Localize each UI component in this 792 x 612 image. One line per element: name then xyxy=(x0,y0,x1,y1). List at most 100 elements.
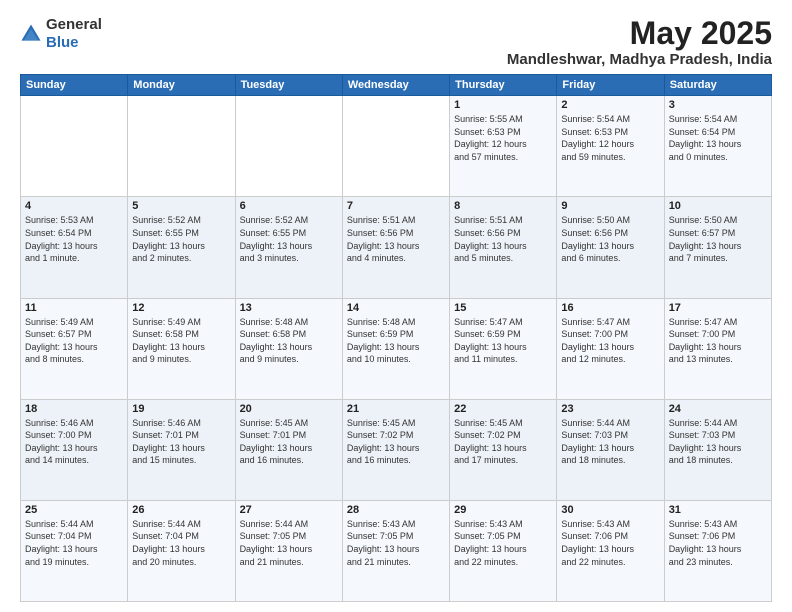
day-info: Sunrise: 5:44 AM Sunset: 7:03 PM Dayligh… xyxy=(669,417,767,467)
calendar-cell: 17 Sunrise: 5:47 AM Sunset: 7:00 PM Dayli… xyxy=(664,298,771,399)
day-number: 2 xyxy=(561,99,659,111)
day-number: 19 xyxy=(132,403,230,415)
day-number: 28 xyxy=(347,504,445,516)
day-number: 6 xyxy=(240,200,338,212)
day-number: 17 xyxy=(669,302,767,314)
calendar-cell: 15 Sunrise: 5:47 AM Sunset: 6:59 PM Dayli… xyxy=(450,298,557,399)
calendar-week-row: 11 Sunrise: 5:49 AM Sunset: 6:57 PM Dayli… xyxy=(21,298,772,399)
calendar-cell: 30 Sunrise: 5:43 AM Sunset: 7:06 PM Dayli… xyxy=(557,500,664,601)
day-info: Sunrise: 5:50 AM Sunset: 6:56 PM Dayligh… xyxy=(561,214,659,264)
day-number: 27 xyxy=(240,504,338,516)
calendar-cell: 2 Sunrise: 5:54 AM Sunset: 6:53 PM Daylig… xyxy=(557,96,664,197)
day-number: 29 xyxy=(454,504,552,516)
calendar-cell: 25Sunrise: 5:44 AM Sunset: 7:04 PM Dayli… xyxy=(21,500,128,601)
day-info: Sunrise: 5:45 AM Sunset: 7:02 PM Dayligh… xyxy=(347,417,445,467)
calendar-table: SundayMondayTuesdayWednesdayThursdayFrid… xyxy=(20,74,772,602)
calendar-cell: 29 Sunrise: 5:43 AM Sunset: 7:05 PM Dayli… xyxy=(450,500,557,601)
day-info: Sunrise: 5:43 AM Sunset: 7:06 PM Dayligh… xyxy=(561,518,659,568)
title-block: May 2025 Mandleshwar, Madhya Pradesh, In… xyxy=(507,16,772,68)
calendar-cell xyxy=(21,96,128,197)
calendar-cell: 24 Sunrise: 5:44 AM Sunset: 7:03 PM Dayli… xyxy=(664,399,771,500)
day-info: Sunrise: 5:52 AM Sunset: 6:55 PM Dayligh… xyxy=(132,214,230,264)
day-info: Sunrise: 5:47 AM Sunset: 6:59 PM Dayligh… xyxy=(454,316,552,366)
day-info: Sunrise: 5:46 AM Sunset: 7:01 PM Dayligh… xyxy=(132,417,230,467)
logo-general: General xyxy=(46,16,102,33)
calendar-cell: 31Sunrise: 5:43 AM Sunset: 7:06 PM Dayli… xyxy=(664,500,771,601)
calendar-cell: 28 Sunrise: 5:43 AM Sunset: 7:05 PM Dayli… xyxy=(342,500,449,601)
day-number: 30 xyxy=(561,504,659,516)
calendar-week-row: 1 Sunrise: 5:55 AM Sunset: 6:53 PM Daylig… xyxy=(21,96,772,197)
day-number: 31 xyxy=(669,504,767,516)
day-number: 1 xyxy=(454,99,552,111)
calendar-header-sunday: Sunday xyxy=(21,75,128,96)
calendar-cell: 20 Sunrise: 5:45 AM Sunset: 7:01 PM Dayli… xyxy=(235,399,342,500)
calendar-cell: 8 Sunrise: 5:51 AM Sunset: 6:56 PM Daylig… xyxy=(450,197,557,298)
calendar-cell: 16Sunrise: 5:47 AM Sunset: 7:00 PM Dayli… xyxy=(557,298,664,399)
day-info: Sunrise: 5:44 AM Sunset: 7:03 PM Dayligh… xyxy=(561,417,659,467)
calendar-cell: 21 Sunrise: 5:45 AM Sunset: 7:02 PM Dayli… xyxy=(342,399,449,500)
calendar-cell: 23 Sunrise: 5:44 AM Sunset: 7:03 PM Dayli… xyxy=(557,399,664,500)
day-number: 22 xyxy=(454,403,552,415)
day-number: 11 xyxy=(25,302,123,314)
calendar-cell xyxy=(235,96,342,197)
calendar-header-monday: Monday xyxy=(128,75,235,96)
day-info: Sunrise: 5:48 AM Sunset: 6:59 PM Dayligh… xyxy=(347,316,445,366)
calendar-header-saturday: Saturday xyxy=(664,75,771,96)
calendar-header-friday: Friday xyxy=(557,75,664,96)
calendar-header-tuesday: Tuesday xyxy=(235,75,342,96)
day-info: Sunrise: 5:51 AM Sunset: 6:56 PM Dayligh… xyxy=(454,214,552,264)
calendar-cell: 7 Sunrise: 5:51 AM Sunset: 6:56 PM Daylig… xyxy=(342,197,449,298)
day-number: 13 xyxy=(240,302,338,314)
day-number: 23 xyxy=(561,403,659,415)
calendar-cell: 1 Sunrise: 5:55 AM Sunset: 6:53 PM Daylig… xyxy=(450,96,557,197)
day-number: 18 xyxy=(25,403,123,415)
calendar-cell: 11 Sunrise: 5:49 AM Sunset: 6:57 PM Dayli… xyxy=(21,298,128,399)
calendar-cell: 14Sunrise: 5:48 AM Sunset: 6:59 PM Dayli… xyxy=(342,298,449,399)
day-info: Sunrise: 5:54 AM Sunset: 6:53 PM Dayligh… xyxy=(561,113,659,163)
day-info: Sunrise: 5:49 AM Sunset: 6:57 PM Dayligh… xyxy=(25,316,123,366)
day-info: Sunrise: 5:48 AM Sunset: 6:58 PM Dayligh… xyxy=(240,316,338,366)
day-info: Sunrise: 5:47 AM Sunset: 7:00 PM Dayligh… xyxy=(669,316,767,366)
day-number: 24 xyxy=(669,403,767,415)
day-info: Sunrise: 5:53 AM Sunset: 6:54 PM Dayligh… xyxy=(25,214,123,264)
day-number: 5 xyxy=(132,200,230,212)
day-info: Sunrise: 5:51 AM Sunset: 6:56 PM Dayligh… xyxy=(347,214,445,264)
calendar-header-thursday: Thursday xyxy=(450,75,557,96)
day-number: 15 xyxy=(454,302,552,314)
calendar-week-row: 18 Sunrise: 5:46 AM Sunset: 7:00 PM Dayli… xyxy=(21,399,772,500)
subtitle: Mandleshwar, Madhya Pradesh, India xyxy=(507,51,772,68)
day-number: 8 xyxy=(454,200,552,212)
day-number: 3 xyxy=(669,99,767,111)
day-number: 26 xyxy=(132,504,230,516)
calendar-cell: 18 Sunrise: 5:46 AM Sunset: 7:00 PM Dayli… xyxy=(21,399,128,500)
day-number: 4 xyxy=(25,200,123,212)
calendar-cell: 10Sunrise: 5:50 AM Sunset: 6:57 PM Dayli… xyxy=(664,197,771,298)
header: General Blue May 2025 Mandleshwar, Madhy… xyxy=(20,16,772,68)
calendar-cell: 9Sunrise: 5:50 AM Sunset: 6:56 PM Daylig… xyxy=(557,197,664,298)
logo-blue: Blue xyxy=(46,34,79,51)
logo-icon xyxy=(20,23,42,45)
day-info: Sunrise: 5:49 AM Sunset: 6:58 PM Dayligh… xyxy=(132,316,230,366)
logo: General Blue xyxy=(20,16,102,52)
day-info: Sunrise: 5:45 AM Sunset: 7:01 PM Dayligh… xyxy=(240,417,338,467)
day-number: 7 xyxy=(347,200,445,212)
page: General Blue May 2025 Mandleshwar, Madhy… xyxy=(0,0,792,612)
calendar-cell: 3 Sunrise: 5:54 AM Sunset: 6:54 PM Daylig… xyxy=(664,96,771,197)
main-title: May 2025 xyxy=(507,16,772,51)
day-info: Sunrise: 5:45 AM Sunset: 7:02 PM Dayligh… xyxy=(454,417,552,467)
calendar-cell: 13 Sunrise: 5:48 AM Sunset: 6:58 PM Dayli… xyxy=(235,298,342,399)
day-number: 16 xyxy=(561,302,659,314)
day-number: 12 xyxy=(132,302,230,314)
day-number: 20 xyxy=(240,403,338,415)
day-info: Sunrise: 5:43 AM Sunset: 7:05 PM Dayligh… xyxy=(347,518,445,568)
calendar-cell: 6Sunrise: 5:52 AM Sunset: 6:55 PM Daylig… xyxy=(235,197,342,298)
day-number: 21 xyxy=(347,403,445,415)
day-info: Sunrise: 5:55 AM Sunset: 6:53 PM Dayligh… xyxy=(454,113,552,163)
day-info: Sunrise: 5:46 AM Sunset: 7:00 PM Dayligh… xyxy=(25,417,123,467)
day-info: Sunrise: 5:54 AM Sunset: 6:54 PM Dayligh… xyxy=(669,113,767,163)
calendar-cell: 22 Sunrise: 5:45 AM Sunset: 7:02 PM Dayli… xyxy=(450,399,557,500)
calendar-cell xyxy=(342,96,449,197)
calendar-cell: 26Sunrise: 5:44 AM Sunset: 7:04 PM Dayli… xyxy=(128,500,235,601)
day-info: Sunrise: 5:43 AM Sunset: 7:05 PM Dayligh… xyxy=(454,518,552,568)
calendar-header-row: SundayMondayTuesdayWednesdayThursdayFrid… xyxy=(21,75,772,96)
